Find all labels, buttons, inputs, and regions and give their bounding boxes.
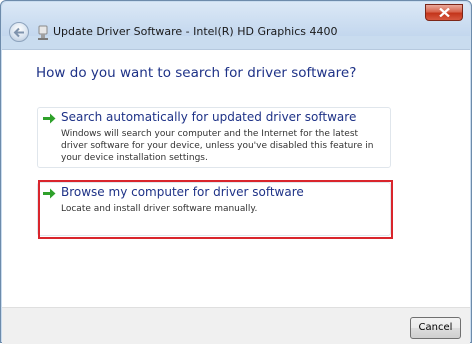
option-description: Locate and install driver software manua… (61, 204, 258, 214)
window-title: Update Driver Software - Intel(R) HD Gra… (53, 25, 338, 38)
green-arrow-icon (43, 188, 56, 199)
content-area: How do you want to search for driver sof… (2, 49, 470, 307)
driver-device-icon (38, 25, 48, 40)
browse-computer-option[interactable]: Browse my computer for driver software L… (37, 182, 391, 236)
dialog-window: Update Driver Software - Intel(R) HD Gra… (0, 0, 472, 344)
footer-bar: Cancel (2, 307, 470, 344)
page-heading: How do you want to search for driver sof… (36, 65, 357, 81)
option-title: Search automatically for updated driver … (61, 110, 357, 124)
green-arrow-icon (43, 113, 56, 124)
close-button[interactable] (425, 4, 463, 21)
option-description: Windows will search your computer and th… (61, 129, 374, 163)
cancel-button[interactable]: Cancel (410, 317, 461, 339)
search-automatically-option[interactable]: Search automatically for updated driver … (37, 107, 391, 168)
option-title: Browse my computer for driver software (61, 185, 304, 199)
back-arrow-icon (13, 27, 24, 38)
back-button[interactable] (9, 22, 29, 42)
close-icon (439, 8, 450, 17)
